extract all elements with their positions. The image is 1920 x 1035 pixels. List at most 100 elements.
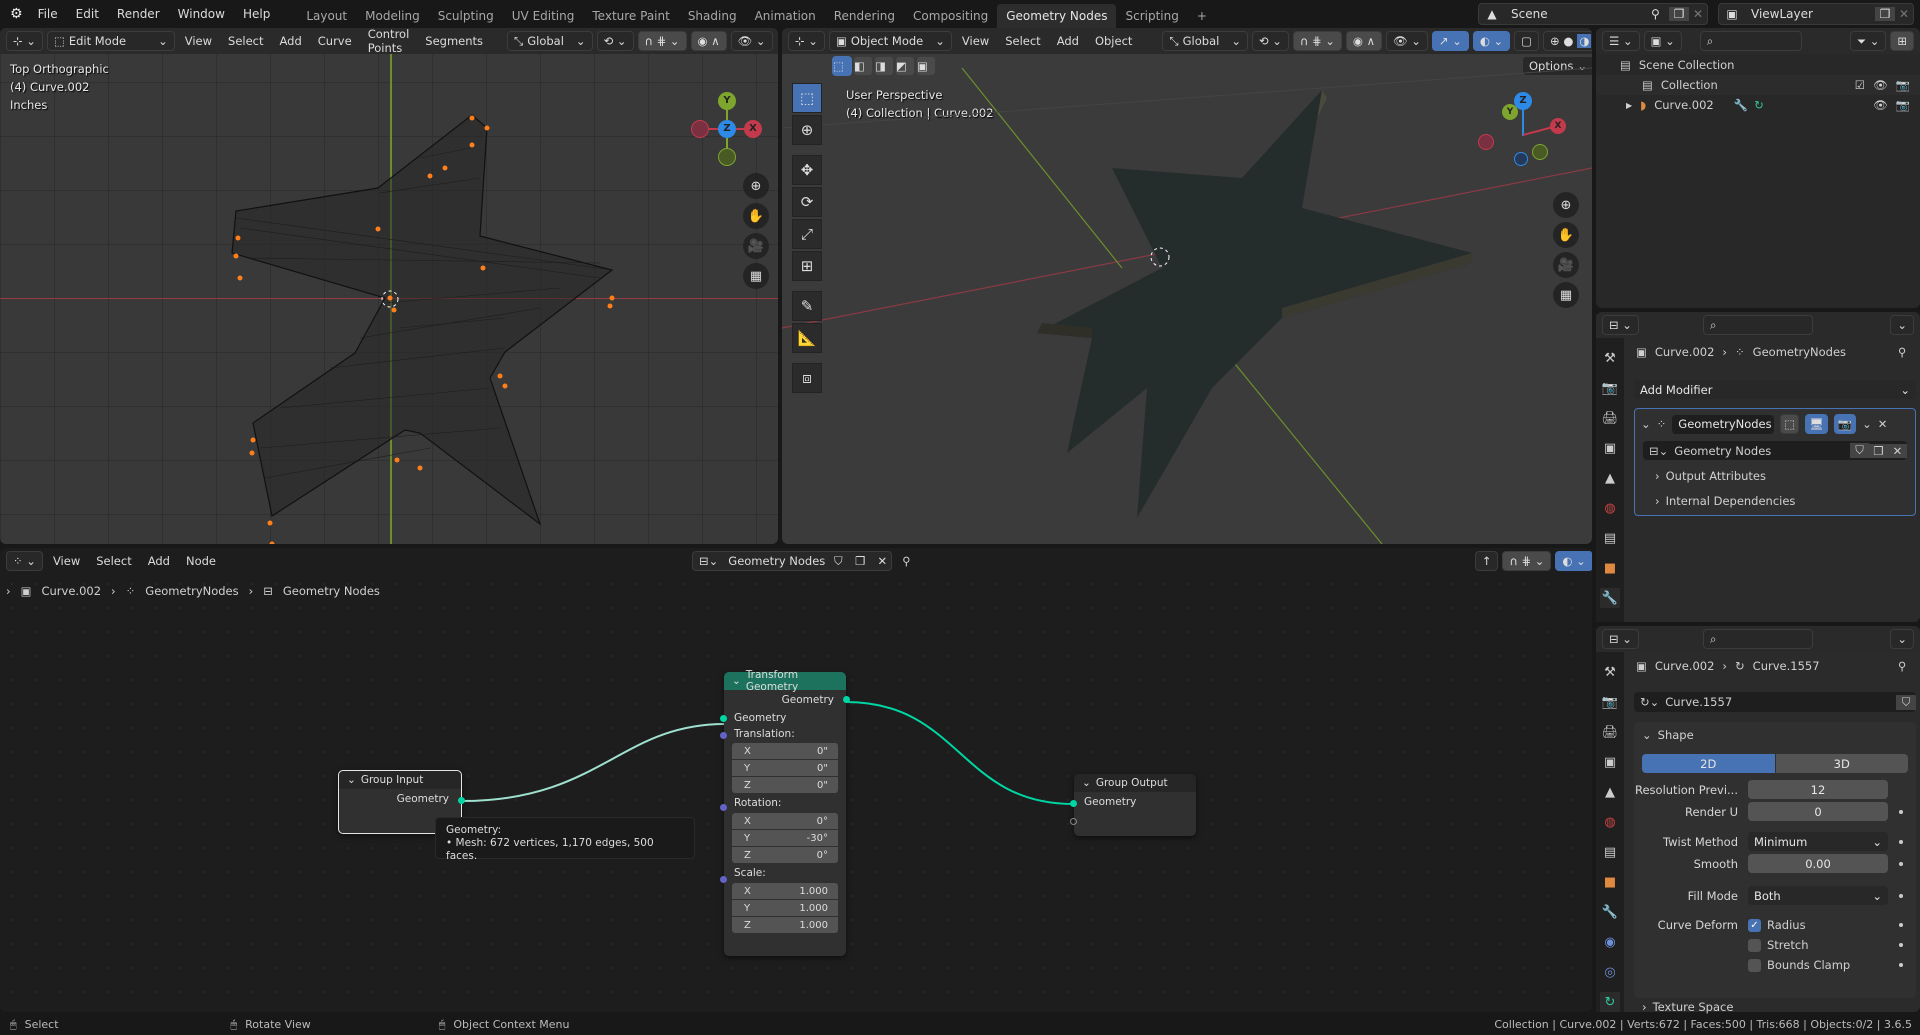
rotation-x-field[interactable]: X 0° [732, 813, 838, 829]
edit-mode-toggle[interactable]: ⬚ [1780, 414, 1800, 434]
remove-modifier-icon[interactable]: ✕ [1878, 417, 1888, 431]
internal-dependencies-subpanel[interactable]: › Internal Dependencies [1655, 494, 1795, 508]
gizmo-x-axis[interactable]: X [744, 120, 762, 138]
output-tab-icon[interactable]: 🖨 [1600, 722, 1620, 742]
pan-hand-icon[interactable]: ✋ [743, 203, 769, 229]
display-mode-dropdown[interactable]: ▣ ⌄ [1643, 31, 1682, 51]
outliner-row-collection[interactable]: ▤ Collection ☑ 👁 📷 [1596, 75, 1920, 95]
add-modifier-dropdown[interactable]: Add Modifier ⌄ [1634, 380, 1916, 399]
outliner-row-scene-collection[interactable]: ▤ Scene Collection [1620, 55, 1734, 75]
translation-socket[interactable] [720, 732, 727, 739]
collection-tab-icon[interactable]: ▤ [1600, 528, 1620, 548]
collection-tab-icon[interactable]: ▤ [1600, 842, 1620, 862]
gizmo-y-axis[interactable]: Y [1502, 104, 1518, 120]
keyframe-dot[interactable] [1899, 893, 1903, 898]
menu-help[interactable]: Help [234, 7, 279, 21]
curve-data-icon[interactable]: ↻ [1754, 98, 1764, 112]
node-header[interactable]: ⌄ Group Input [339, 771, 461, 789]
viewport-toggle[interactable]: 🖥 [1805, 414, 1828, 434]
tool-tab-icon[interactable]: ⚒ [1600, 348, 1620, 368]
keyframe-dot[interactable] [1899, 839, 1903, 844]
tab-texture-paint[interactable]: Texture Paint [583, 4, 678, 28]
pin-icon[interactable]: ⚲ [1651, 7, 1669, 21]
gizmo-x-axis[interactable]: X [1550, 118, 1566, 134]
outliner-row-curve[interactable]: ▶ ◗ Curve.002 🔧 ↻ 👁 📷 [1596, 95, 1920, 115]
menu-render[interactable]: Render [108, 7, 169, 21]
unlink-icon[interactable]: ✕ [1888, 443, 1907, 458]
tab-rendering[interactable]: Rendering [825, 4, 904, 28]
curve-data-tab-icon[interactable]: ↻ [1600, 992, 1620, 1012]
pan-hand-icon[interactable]: ✋ [1553, 222, 1579, 248]
menu-window[interactable]: Window [169, 7, 234, 21]
geometry-output-socket[interactable] [843, 696, 850, 703]
scene-selector[interactable]: ▲ Scene ⚲ ❐ ✕ [1478, 3, 1708, 25]
radius-checkbox[interactable]: ✓ [1748, 918, 1761, 932]
scale-tool-icon[interactable]: ⤢ [792, 219, 822, 249]
close-layer-icon[interactable]: ✕ [1895, 7, 1913, 21]
pin-icon[interactable]: ⚲ [1898, 345, 1906, 359]
add-workspace-button[interactable]: + [1188, 4, 1216, 28]
transform-geometry-node[interactable]: ⌄ Transform Geometry Geometry Geometry Tr… [720, 669, 850, 956]
properties-editor-type[interactable]: ⊟ ⌄ [1602, 629, 1639, 649]
fake-user-shield-icon[interactable]: ⛉ [1850, 443, 1869, 458]
properties-search-input[interactable]: ⌕ [1702, 629, 1813, 649]
rotate-tool-icon[interactable]: ⟳ [792, 187, 822, 217]
modifier-tab-icon[interactable]: 🔧 [1600, 588, 1620, 608]
object-tab-icon[interactable]: ■ [1600, 558, 1620, 578]
output-tab-icon[interactable]: 🖨 [1600, 408, 1620, 428]
view-layer-tab-icon[interactable]: ▣ [1600, 752, 1620, 772]
collapse-chevron-icon[interactable]: ⌄ [1641, 417, 1651, 431]
render-u-field[interactable]: 0 [1748, 802, 1888, 821]
collapse-chevron-icon[interactable]: ⌄ [1082, 777, 1091, 789]
modifier-wrench-icon[interactable]: 🔧 [1734, 98, 1748, 112]
collapse-chevron-icon[interactable]: ⌄ [347, 774, 356, 786]
node-group-selector[interactable]: ⊟⌄ Geometry Nodes ⛉ ❐ ✕ [1643, 441, 1907, 460]
expand-arrow-icon[interactable]: ▶ [1626, 101, 1632, 110]
datablock-selector[interactable]: ↻⌄ Curve.1557 ⛉ [1634, 692, 1916, 712]
camera-icon[interactable]: 🎥 [1553, 252, 1579, 278]
tab-layout[interactable]: Layout [297, 4, 356, 28]
close-scene-icon[interactable]: ✕ [1689, 7, 1707, 21]
tab-modeling[interactable]: Modeling [356, 4, 429, 28]
modifier-name-field[interactable]: GeometryNodes [1672, 414, 1775, 434]
stretch-checkbox[interactable] [1748, 938, 1761, 952]
scene-tab-icon[interactable]: ▲ [1600, 468, 1620, 488]
bounds-clamp-checkbox[interactable] [1748, 958, 1761, 972]
physics-tab-icon[interactable]: ◎ [1600, 962, 1620, 982]
gizmo-y-axis[interactable]: Y [718, 92, 736, 110]
smooth-field[interactable]: 0.00 [1748, 854, 1888, 873]
scale-y-field[interactable]: Y 1.000 [732, 900, 838, 916]
render-camera-icon[interactable]: 📷 [1896, 78, 1910, 92]
tab-compositing[interactable]: Compositing [904, 4, 997, 28]
modifier-menu-chevron[interactable]: ⌄ [1862, 417, 1872, 431]
tab-animation[interactable]: Animation [746, 4, 825, 28]
keyframe-dot[interactable] [1899, 943, 1903, 947]
zoom-icon[interactable]: ⊕ [1553, 192, 1579, 218]
scale-x-field[interactable]: X 1.000 [732, 883, 838, 899]
view-layer-selector[interactable]: ▣ ViewLayer ❐ ✕ [1718, 3, 1914, 25]
render-toggle[interactable]: 📷 [1833, 414, 1857, 434]
view-layer-tab-icon[interactable]: ▣ [1600, 438, 1620, 458]
duplicate-icon[interactable]: ❐ [1869, 443, 1888, 458]
measure-tool-icon[interactable]: 📐 [792, 323, 822, 353]
keyframe-dot[interactable] [1899, 923, 1903, 927]
view-layer-name[interactable]: ViewLayer [1745, 7, 1875, 21]
object-tab-icon[interactable]: ■ [1600, 872, 1620, 892]
copy-layer-icon[interactable]: ❐ [1875, 7, 1895, 21]
geometry-output-socket[interactable] [458, 797, 465, 804]
render-tab-icon[interactable]: 📷 [1600, 692, 1620, 712]
right-3d-viewport[interactable]: ⊹ ⌄ ▣ Object Mode ⌄ View Select Add Object… [782, 28, 1592, 544]
add-cube-tool-icon[interactable]: ⧈ [792, 363, 822, 393]
tab-scripting[interactable]: Scripting [1116, 4, 1187, 28]
node-header[interactable]: ⌄ Group Output [1074, 774, 1196, 792]
zoom-icon[interactable]: ⊕ [743, 173, 769, 199]
camera-icon[interactable]: 🎥 [743, 233, 769, 259]
world-tab-icon[interactable]: ◍ [1600, 812, 1620, 832]
copy-scene-icon[interactable]: ❐ [1669, 7, 1689, 21]
exclude-checkbox[interactable]: ☑ [1855, 78, 1865, 92]
shape-panel-header[interactable]: ⌄ Shape [1642, 728, 1694, 742]
fake-user-shield-icon[interactable]: ⛉ [1896, 694, 1916, 710]
ortho-grid-icon[interactable]: ▦ [743, 263, 769, 289]
new-collection-button[interactable]: ⊞ [1890, 31, 1914, 51]
translation-z-field[interactable]: Z 0" [732, 777, 838, 793]
